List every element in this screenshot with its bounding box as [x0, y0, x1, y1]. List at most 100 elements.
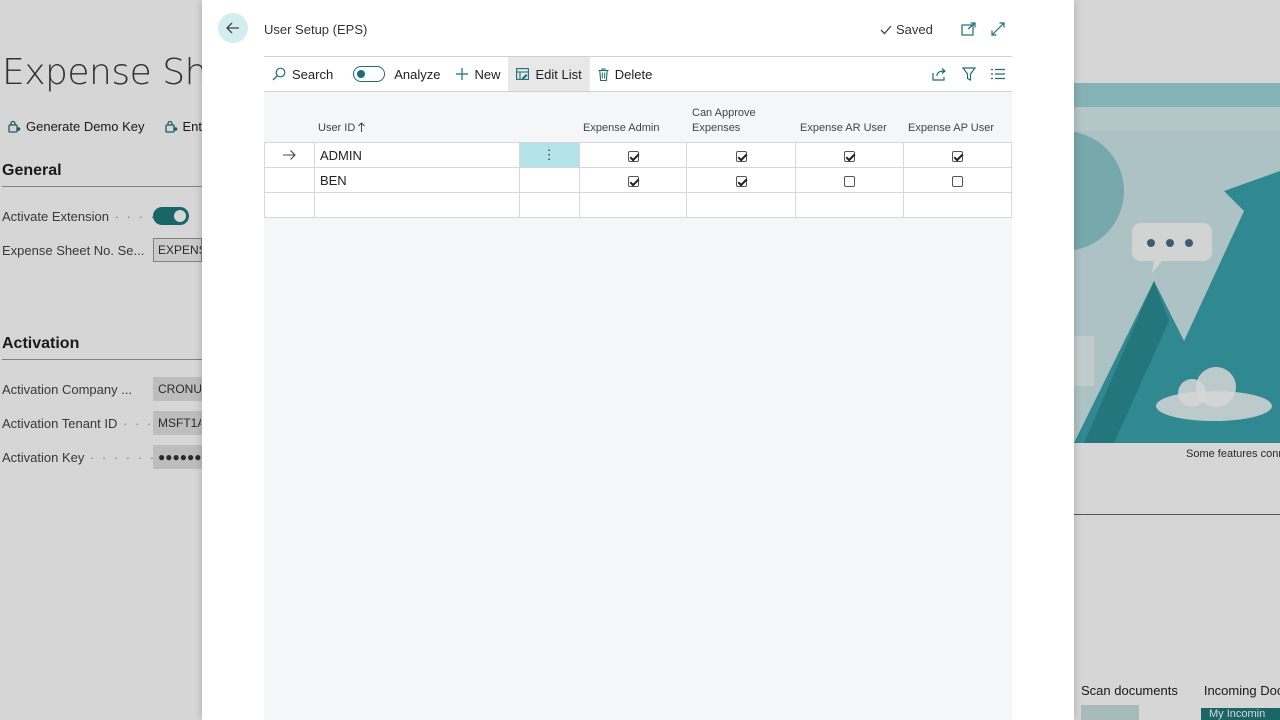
back-button[interactable]	[218, 13, 248, 43]
sort-ascending-icon	[358, 122, 366, 132]
analyze-label: Analyze	[394, 66, 441, 82]
user-id-cell[interactable]: BEN	[313, 167, 520, 193]
user-setup-dialog: User Setup (EPS) Saved Search Analyze Ne…	[202, 0, 1074, 720]
tab-incoming-documents[interactable]: Incoming Doc	[1204, 683, 1280, 698]
column-header-user-id[interactable]: User ID	[318, 121, 366, 136]
column-header-expense-ap-user[interactable]: Expense AP User	[908, 121, 994, 136]
can-approve-cell[interactable]	[686, 167, 797, 193]
share-icon	[931, 67, 946, 81]
activation-tenant-input[interactable]: MSFT1A	[153, 411, 202, 435]
action-bar: Generate Demo Key Enter	[8, 119, 214, 134]
new-button[interactable]: New	[448, 57, 508, 91]
can-approve-cell[interactable]	[686, 192, 797, 218]
activation-company-label: Activation Company ...	[2, 382, 133, 397]
tab-scan-documents[interactable]: Scan documents	[1081, 683, 1178, 698]
ar-user-cell[interactable]	[795, 167, 905, 193]
expense-admin-cell[interactable]	[578, 167, 688, 193]
activation-key-input[interactable]: ●●●●●●	[153, 445, 202, 469]
activation-key-label: Activation Key · · · · · · ·	[2, 450, 168, 465]
dialog-title: User Setup (EPS)	[264, 22, 368, 37]
share-button[interactable]	[930, 65, 948, 83]
generate-demo-key-label: Generate Demo Key	[26, 119, 145, 134]
header-band	[1074, 83, 1280, 107]
checkbox[interactable]	[627, 150, 639, 162]
ap-user-cell[interactable]	[903, 167, 1012, 193]
column-header-can-approve[interactable]: Can Approve Expenses	[692, 106, 756, 136]
checkbox[interactable]	[735, 175, 747, 187]
expense-sheet-no-input[interactable]: EXPENS	[153, 238, 202, 262]
welcome-illustration	[1074, 131, 1280, 443]
header-band-light	[1074, 107, 1280, 131]
empty-table-row[interactable]	[264, 192, 1012, 218]
user-id-cell[interactable]: ADMIN	[313, 142, 520, 168]
plus-icon	[456, 68, 469, 80]
filter-icon	[962, 67, 976, 81]
open-in-new-window-icon	[960, 22, 976, 36]
checkbox[interactable]	[844, 150, 856, 162]
table-row[interactable]: BEN	[264, 167, 1012, 193]
saved-status: Saved	[880, 22, 933, 37]
activation-company-input[interactable]: CRONU	[153, 377, 202, 401]
bottom-tabs: Scan documents Incoming Doc	[1081, 683, 1280, 698]
analyze-toggle[interactable]	[353, 66, 386, 82]
edit-list-icon	[516, 68, 530, 80]
column-header-expense-ar-user[interactable]: Expense AR User	[800, 121, 887, 136]
delete-button[interactable]: Delete	[590, 57, 661, 91]
search-label: Search	[292, 66, 334, 82]
search-button[interactable]: Search	[264, 57, 341, 91]
checkbox[interactable]	[735, 150, 747, 162]
checkbox[interactable]	[952, 175, 964, 187]
row-menu-button[interactable]: ⋮	[518, 142, 580, 168]
action-toolbar: Search Analyze New Edit List Delete	[264, 56, 1012, 92]
table-row[interactable]: ADMIN ⋮	[264, 142, 1012, 168]
can-approve-cell[interactable]	[686, 142, 797, 168]
row-indicator	[264, 167, 315, 193]
list-area: User ID Expense Admin Can Approve Expens…	[264, 92, 1012, 720]
arrow-right-icon	[282, 149, 296, 160]
checkmark-icon	[880, 25, 892, 34]
scan-tile[interactable]	[1081, 705, 1139, 720]
expense-admin-cell[interactable]	[578, 142, 688, 168]
activation-tenant-label: Activation Tenant ID · · ·	[2, 416, 154, 431]
incoming-tile[interactable]: My Incomin	[1201, 708, 1280, 720]
checkbox[interactable]	[627, 175, 639, 187]
user-setup-table: ADMIN ⋮ BEN	[264, 142, 1012, 218]
filter-button[interactable]	[960, 65, 978, 83]
search-icon	[272, 67, 286, 81]
checkbox[interactable]	[952, 150, 964, 162]
delete-label: Delete	[614, 66, 653, 82]
expense-sheet-no-label: Expense Sheet No. Se...	[2, 243, 145, 258]
saved-label: Saved	[896, 22, 933, 37]
key-lock-icon	[8, 120, 21, 133]
edit-list-label: Edit List	[535, 66, 582, 82]
list-icon	[991, 68, 1005, 80]
ap-user-cell[interactable]	[903, 192, 1012, 218]
row-indicator	[264, 192, 315, 218]
row-menu-cell[interactable]	[518, 192, 580, 218]
generate-demo-key-action[interactable]: Generate Demo Key	[8, 119, 145, 134]
key-lock-icon	[164, 120, 177, 133]
new-label: New	[474, 66, 501, 82]
trash-icon	[598, 67, 609, 81]
expand-icon	[991, 22, 1005, 36]
general-section-heading: General	[2, 162, 202, 187]
features-note: Some features conn	[1186, 448, 1280, 460]
activate-extension-label: Activate Extension · · · · ·	[2, 209, 169, 224]
ar-user-cell[interactable]	[795, 142, 905, 168]
analyze-toggle-button[interactable]: Analyze	[341, 57, 448, 91]
edit-list-button[interactable]: Edit List	[508, 57, 590, 91]
arrow-left-icon	[226, 22, 239, 34]
expense-admin-cell[interactable]	[578, 192, 688, 218]
row-menu-cell[interactable]	[518, 167, 580, 193]
row-indicator	[264, 142, 315, 168]
ar-user-cell[interactable]	[795, 192, 905, 218]
divider	[1074, 514, 1280, 515]
expand-button[interactable]	[989, 20, 1007, 38]
checkbox[interactable]	[844, 175, 856, 187]
open-new-window-button[interactable]	[959, 20, 977, 38]
ap-user-cell[interactable]	[903, 142, 1012, 168]
user-id-cell[interactable]	[313, 192, 520, 218]
list-options-button[interactable]	[989, 65, 1007, 83]
activate-extension-toggle[interactable]	[153, 207, 189, 225]
column-header-expense-admin[interactable]: Expense Admin	[583, 121, 659, 136]
